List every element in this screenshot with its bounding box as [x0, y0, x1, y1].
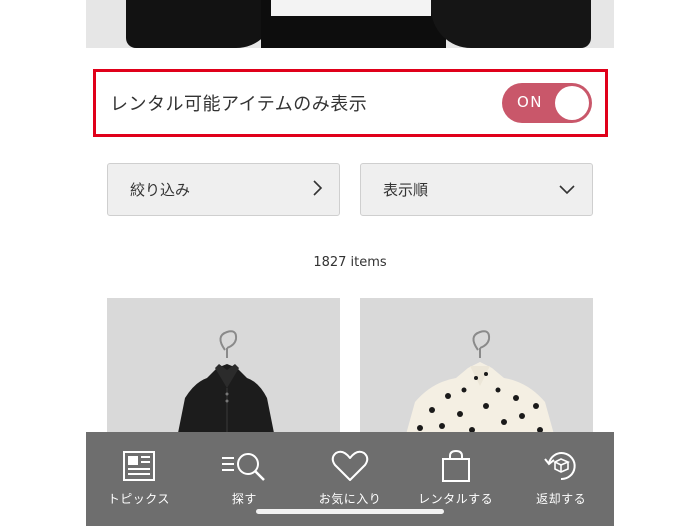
product-image-polka-dot-blouse — [405, 330, 555, 438]
chevron-right-icon — [311, 179, 323, 201]
rental-available-toggle-label: レンタル可能アイテムのみ表示 — [110, 94, 368, 115]
newspaper-icon — [122, 448, 156, 484]
tab-favorites-label: お気に入り — [318, 492, 382, 506]
tab-return[interactable]: 返却する — [511, 448, 611, 507]
tab-return-label: 返却する — [536, 492, 587, 506]
rental-available-toggle-switch[interactable]: ON — [502, 83, 592, 123]
search-list-icon — [220, 448, 268, 484]
product-image-black-jacket — [177, 330, 275, 438]
toggle-state-text: ON — [517, 93, 544, 111]
product-card[interactable] — [107, 298, 340, 438]
toggle-knob — [555, 86, 589, 120]
hero-figure-left — [126, 0, 276, 48]
return-box-icon — [543, 448, 579, 484]
rental-available-toggle-row: レンタル可能アイテムのみ表示 ON — [93, 69, 608, 137]
heart-icon — [331, 448, 369, 484]
chevron-down-icon — [558, 180, 576, 199]
tab-rent-label: レンタルする — [418, 492, 494, 506]
product-card[interactable] — [360, 298, 593, 438]
hero-figure-right — [431, 0, 591, 48]
sort-dropdown-label: 表示順 — [383, 181, 429, 199]
tab-search[interactable]: 探す — [194, 448, 294, 507]
sort-dropdown[interactable]: 表示順 — [360, 163, 593, 216]
filter-button[interactable]: 絞り込み — [107, 163, 340, 216]
tab-search-label: 探す — [231, 492, 257, 506]
shopping-bag-icon — [441, 448, 471, 484]
home-indicator — [256, 509, 444, 514]
filter-button-label: 絞り込み — [130, 181, 191, 199]
tab-topics[interactable]: トピックス — [89, 448, 189, 507]
item-count: 1827 items — [313, 255, 387, 270]
tab-topics-label: トピックス — [107, 492, 170, 506]
hero-figure-center-top — [271, 0, 431, 16]
tab-favorites[interactable]: お気に入り — [300, 448, 400, 507]
tab-rent[interactable]: レンタルする — [406, 448, 506, 507]
hero-image — [86, 0, 614, 48]
